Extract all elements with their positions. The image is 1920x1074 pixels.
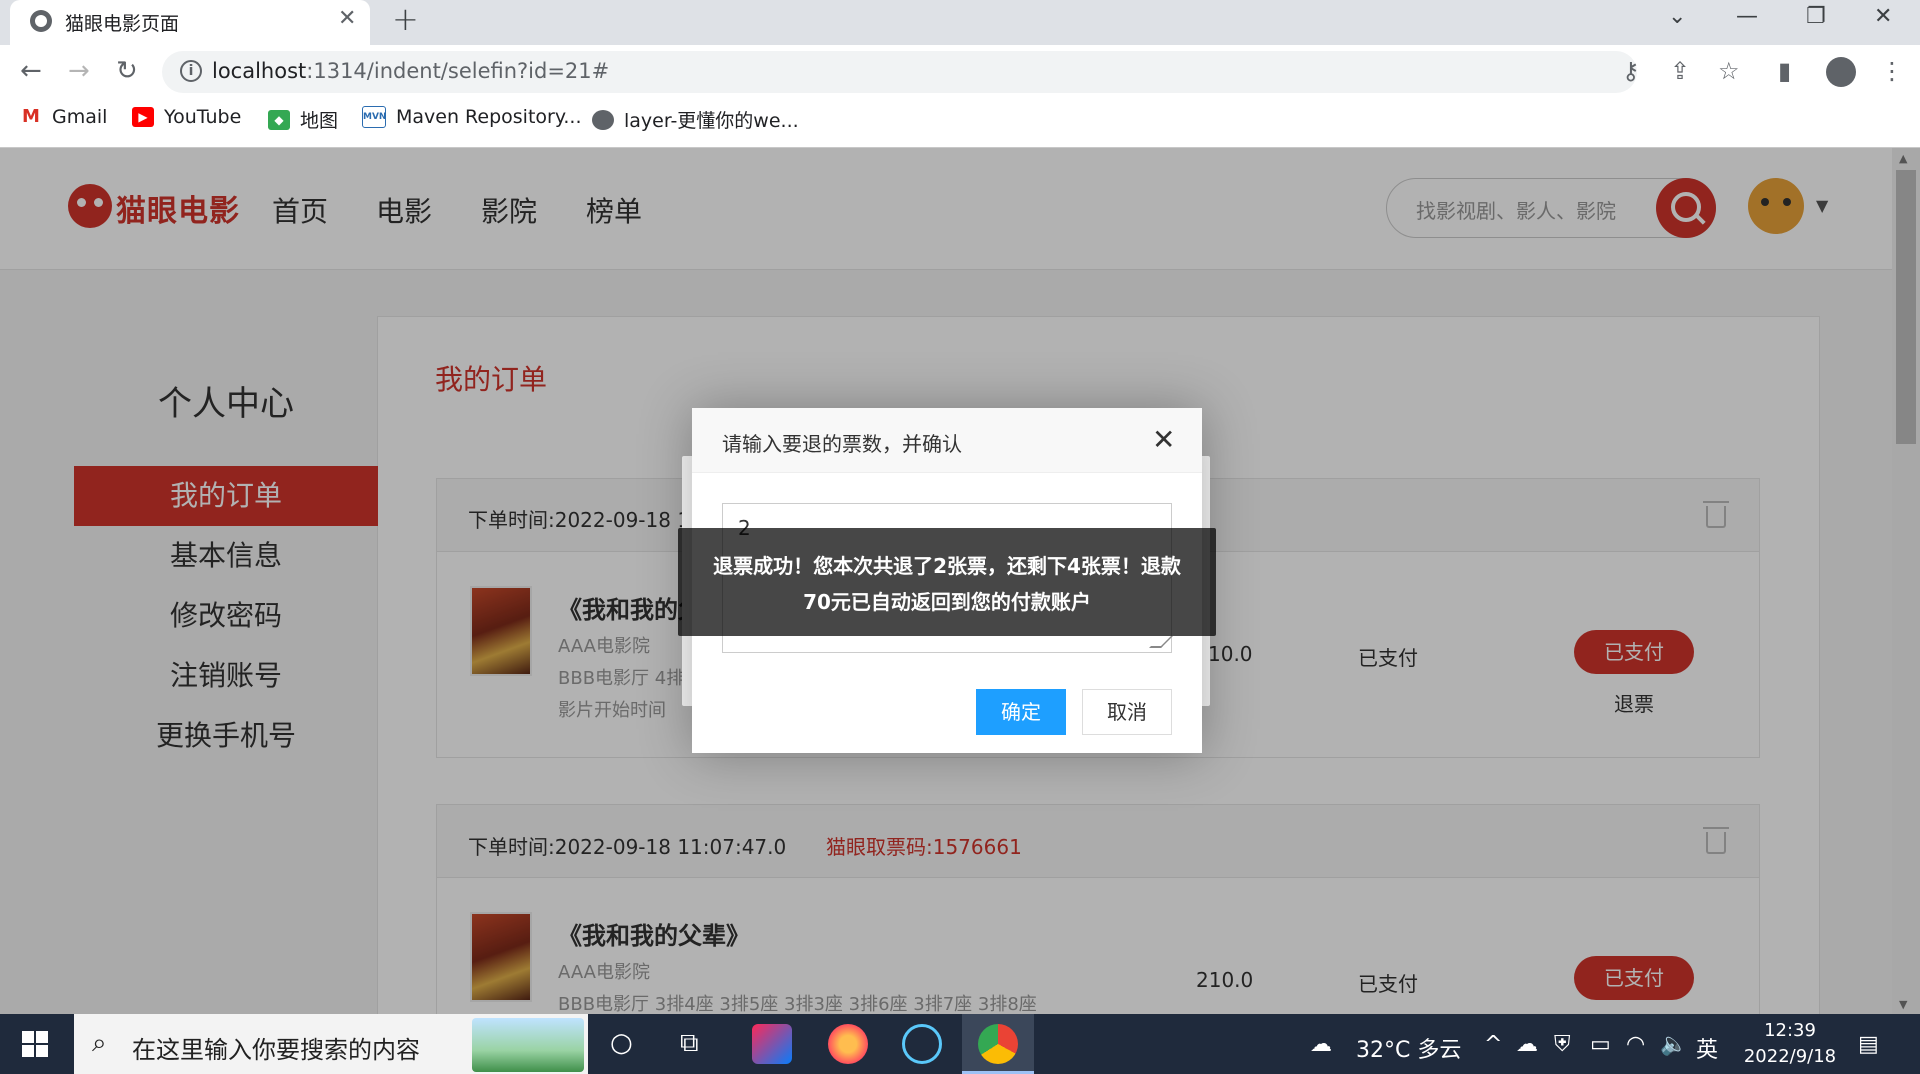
taskbar-search-placeholder: 在这里输入你要搜索的内容 (132, 1036, 420, 1064)
youtube-icon: ▶ (132, 107, 154, 127)
side-panel-icon[interactable]: ▮ (1778, 57, 1791, 85)
bookmark-layer[interactable]: layer-更懂你的we... (592, 106, 799, 133)
bookmark-label: 地图 (300, 110, 339, 132)
wifi-icon[interactable]: ◠ (1626, 1032, 1645, 1057)
onedrive-icon[interactable]: ☁ (1516, 1032, 1538, 1057)
maximize-button[interactable]: ❐ (1806, 4, 1826, 29)
bookmark-label: Gmail (52, 106, 108, 128)
gmail-icon: M (20, 107, 42, 127)
firefox-icon[interactable] (828, 1024, 868, 1064)
intellij-icon[interactable] (752, 1024, 792, 1064)
bookmark-gmail[interactable]: M Gmail (20, 106, 107, 128)
battery-icon[interactable]: ▭ (1590, 1032, 1611, 1057)
tab-search-chevron-icon[interactable]: ⌄ (1668, 4, 1686, 29)
bookmark-maps[interactable]: ◆ 地图 (268, 106, 338, 133)
close-window-button[interactable]: ✕ (1874, 4, 1892, 29)
site-info-icon[interactable]: i (180, 60, 202, 82)
bookmark-youtube[interactable]: ▶ YouTube (132, 106, 241, 128)
ime-indicator[interactable]: 英 (1696, 1032, 1718, 1064)
bookmark-label: Maven Repository... (396, 106, 582, 128)
tab-close-icon[interactable]: ✕ (338, 6, 356, 31)
cortana-icon[interactable]: ○ (610, 1028, 633, 1058)
globe-icon (30, 10, 52, 32)
refund-success-toast: 退票成功！您本次共退了2张票，还剩下4张票！退款70元已自动返回到您的付款账户 (678, 528, 1216, 636)
menu-kebab-icon[interactable]: ⋮ (1880, 57, 1904, 85)
notification-icon[interactable]: ▤ (1858, 1032, 1879, 1057)
forward-arrow-icon[interactable]: → (68, 56, 90, 86)
cancel-button[interactable]: 取消 (1082, 689, 1172, 735)
bookmark-maven[interactable]: MVN Maven Repository... (362, 106, 582, 128)
confirm-button[interactable]: 确定 (976, 689, 1066, 735)
tab-title: 猫眼电影页面 (65, 13, 180, 35)
search-highlight-image[interactable] (472, 1018, 584, 1072)
chrome-icon (978, 1024, 1018, 1064)
maps-icon: ◆ (268, 109, 290, 130)
url-path: :1314/indent/selefin?id=21# (306, 59, 610, 83)
back-arrow-icon[interactable]: ← (20, 56, 42, 86)
bookmark-star-icon[interactable]: ☆ (1718, 57, 1740, 85)
globe-icon (592, 109, 614, 130)
task-view-icon[interactable]: ⧉ (680, 1028, 699, 1059)
weather-cloud-icon[interactable]: ☁ (1310, 1032, 1332, 1057)
search-icon: ⌕ (92, 1028, 107, 1058)
bookmark-label: layer-更懂你的we... (624, 110, 799, 132)
weather-text[interactable]: 32°C 多云 (1356, 1032, 1461, 1064)
url-host: localhost (212, 59, 307, 83)
browser-tab[interactable] (10, 0, 370, 45)
tray-chevron-up-icon[interactable]: ^ (1484, 1032, 1502, 1057)
minimize-button[interactable]: — (1736, 4, 1758, 29)
url-text[interactable]: localhost:1314/indent/selefin?id=21# (212, 59, 609, 83)
windows-start-icon[interactable] (22, 1031, 48, 1057)
volume-icon[interactable]: 🔈 (1660, 1032, 1687, 1057)
new-tab-button[interactable]: + (392, 0, 419, 38)
clock-time[interactable]: 12:39 (1740, 1020, 1840, 1041)
key-icon[interactable]: ⚷ (1622, 57, 1640, 85)
close-icon[interactable]: ✕ (1152, 423, 1175, 456)
profile-avatar-icon[interactable] (1826, 57, 1856, 87)
clock-date[interactable]: 2022/9/18 (1732, 1046, 1848, 1067)
bookmark-label: YouTube (164, 106, 242, 128)
security-icon[interactable]: ⛨ (1554, 1032, 1571, 1057)
app-swirl-icon[interactable] (902, 1024, 942, 1064)
reload-icon[interactable]: ↻ (116, 56, 138, 86)
dialog-title: 请输入要退的票数，并确认 (722, 432, 962, 456)
maven-icon: MVN (362, 106, 386, 128)
share-icon[interactable]: ⇪ (1670, 57, 1690, 85)
